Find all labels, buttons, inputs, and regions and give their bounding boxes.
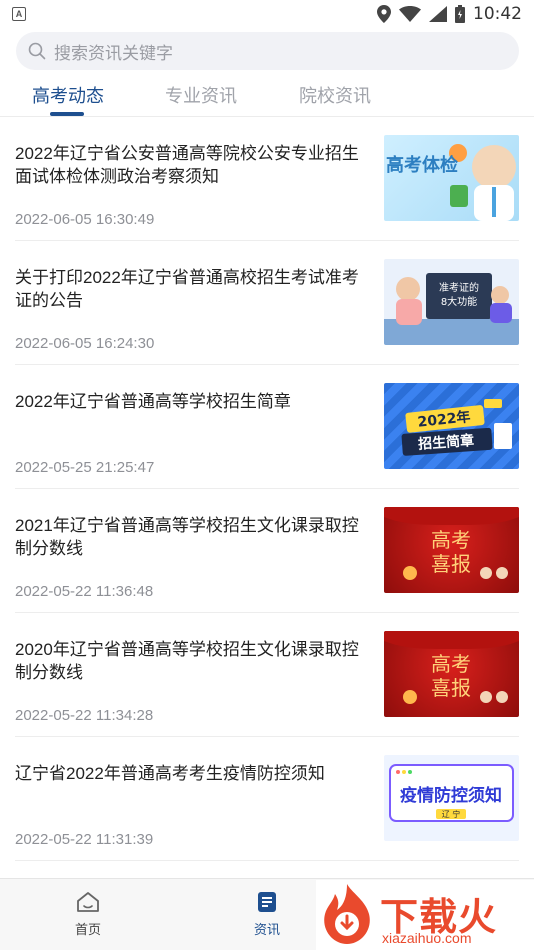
nav-home-label: 首页 [74,922,101,937]
svg-text:辽 宁: 辽 宁 [442,809,461,819]
list-item[interactable]: 2022年辽宁省公安普通高等院校公安专业招生面试体检体测政治考察须知 2022-… [0,117,534,241]
svg-text:高考: 高考 [431,528,471,552]
article-title: 2022年辽宁省公安普通高等院校公安专业招生面试体检体测政治考察须知 [15,144,359,186]
tab-college-news[interactable]: 院校资讯 [299,82,371,108]
svg-text:高考: 高考 [431,652,471,676]
list-divider [15,860,519,861]
article-title: 2022年辽宁省普通高等学校招生简章 [15,392,291,411]
article-date: 2022-05-22 11:34:28 [15,707,154,724]
article-date: 2022-06-05 16:24:30 [15,335,155,352]
svg-text:疫情防控须知: 疫情防控须知 [400,785,502,806]
article-date: 2022-05-25 21:25:47 [15,459,155,476]
flame-logo-icon [324,884,370,944]
nav-news[interactable]: 资讯 [237,891,297,938]
article-title: 关于打印2022年辽宁省普通高校招生考试准考证的公告 [15,268,359,310]
tab-gaokao-news[interactable]: 高考动态 [32,82,104,108]
svg-text:喜报: 喜报 [431,676,471,700]
home-icon [77,892,99,912]
list-item[interactable]: 2021年辽宁省普通高等学校招生文化课录取控制分数线 2022-05-22 11… [0,489,534,613]
article-title: 2020年辽宁省普通高等学校招生文化课录取控制分数线 [15,640,359,682]
status-bar: A 10:42 [0,0,534,28]
thumb-text: 高考体检 [386,154,458,176]
article-thumbnail: 2022年 招生简章 [384,383,519,469]
article-thumbnail: 高考 喜报 [384,631,519,717]
list-item[interactable]: 辽宁省2022年普通高考考生疫情防控须知 2022-05-22 11:31:39… [0,737,534,861]
app-notification-icon: A [12,7,26,21]
watermark-domain: xiazaihuo.com [382,930,472,946]
article-title: 2021年辽宁省普通高等学校招生文化课录取控制分数线 [15,516,359,558]
svg-text:准考证的: 准考证的 [439,281,479,294]
news-icon [258,892,276,912]
article-date: 2022-06-05 16:30:49 [15,211,155,228]
svg-text:8大功能: 8大功能 [441,295,477,308]
list-item[interactable]: 关于打印2022年辽宁省普通高校招生考试准考证的公告 2022-06-05 16… [0,241,534,365]
article-date: 2022-05-22 11:36:48 [15,583,154,600]
svg-text:喜报: 喜报 [431,552,471,576]
nav-news-label: 资讯 [253,922,280,937]
watermark-logo: 下载火 xiazaihuo.com [316,880,534,950]
list-item[interactable]: 2022年辽宁省普通高等学校招生简章 2022-05-25 21:25:47 2… [0,365,534,489]
article-thumbnail: 疫情防控须知 辽 宁 [384,755,519,841]
article-list: 2022年辽宁省公安普通高等院校公安专业招生面试体检体测政治考察须知 2022-… [0,117,534,861]
search-input[interactable]: 搜索资讯关键字 [16,32,519,70]
article-title: 辽宁省2022年普通高考考生疫情防控须知 [15,764,325,783]
signal-icon [429,6,447,22]
location-icon [377,5,391,23]
status-time: 10:42 [473,4,522,24]
category-tabs: 高考动态 专业资讯 院校资讯 [0,74,534,118]
search-placeholder: 搜索资讯关键字 [54,43,173,63]
list-item[interactable]: 2020年辽宁省普通高等学校招生文化课录取控制分数线 2022-05-22 11… [0,613,534,737]
article-thumbnail: 高考体检 [384,135,519,221]
article-thumbnail: 高考 喜报 [384,507,519,593]
nav-home[interactable]: 首页 [58,891,118,938]
search-icon [28,42,46,60]
battery-icon [455,5,465,23]
article-date: 2022-05-22 11:31:39 [15,831,154,848]
tab-major-news[interactable]: 专业资讯 [165,82,237,108]
article-thumbnail: 准考证的 8大功能 [384,259,519,345]
wifi-icon [399,6,421,22]
